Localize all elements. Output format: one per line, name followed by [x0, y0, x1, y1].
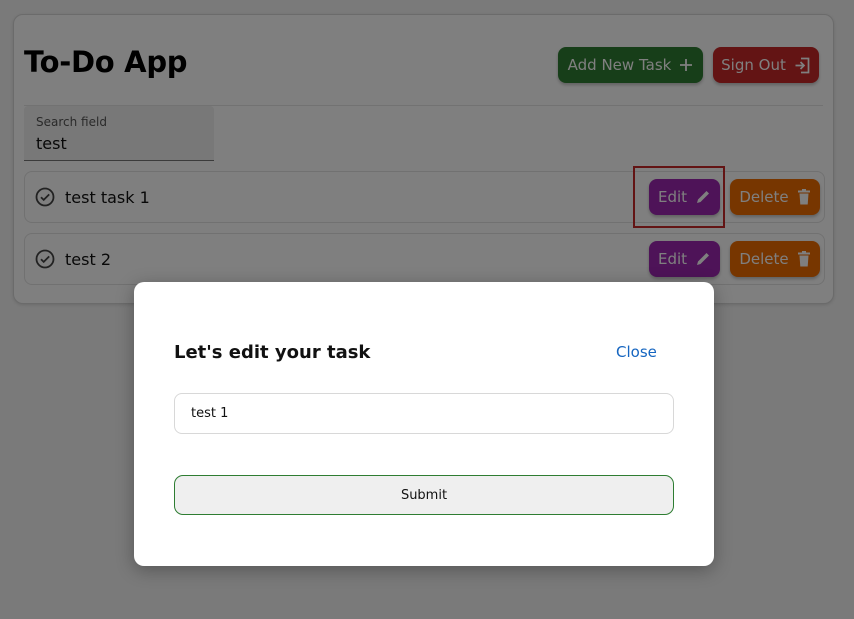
close-modal-link[interactable]: Close — [616, 343, 657, 361]
edit-task-modal: Let's edit your task Close Submit — [134, 282, 714, 566]
submit-button[interactable]: Submit — [174, 475, 674, 515]
modal-title: Let's edit your task — [174, 342, 371, 363]
task-name-input[interactable] — [174, 393, 674, 434]
